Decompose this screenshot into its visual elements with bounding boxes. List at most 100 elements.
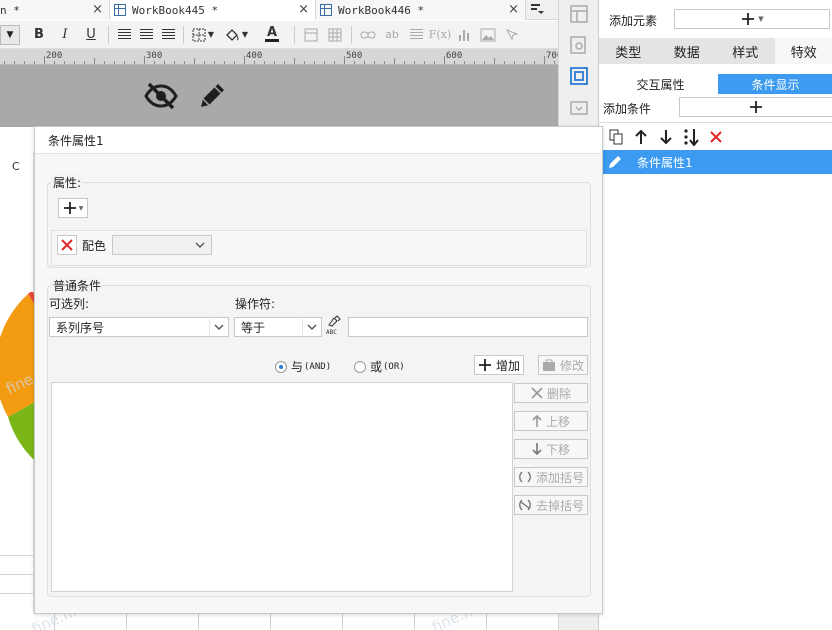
add-attribute-button[interactable]: ▼ xyxy=(58,198,88,218)
subtab-conditional-display[interactable]: 条件显示 xyxy=(718,74,832,94)
ruler-tick xyxy=(84,61,85,64)
color-scheme-select[interactable] xyxy=(112,235,212,255)
pencil-icon[interactable] xyxy=(196,80,228,112)
subtab-interaction[interactable]: 交互属性 xyxy=(603,74,718,94)
sort-button[interactable] xyxy=(682,128,700,146)
chevron-down-icon: ▼ xyxy=(207,30,215,39)
merge-cells-button[interactable] xyxy=(299,25,323,45)
ruler-tick xyxy=(34,61,35,64)
border-button[interactable]: ▼ xyxy=(188,25,218,45)
chart-button[interactable] xyxy=(452,25,476,45)
remove-attribute-button[interactable] xyxy=(57,235,77,255)
workbook-tab-3[interactable]: WorkBook446 * × xyxy=(316,0,526,20)
slash-tool-button[interactable] xyxy=(500,25,524,45)
align-left-button[interactable] xyxy=(113,25,135,45)
condition-value-input[interactable] xyxy=(348,317,588,337)
ruler-tick xyxy=(204,61,205,64)
ruler-tick xyxy=(194,58,195,64)
workbook-tab-2[interactable]: WorkBook445 * × xyxy=(110,0,316,20)
close-icon[interactable]: × xyxy=(298,2,309,17)
align-center-button[interactable] xyxy=(135,25,157,45)
ruler-tick xyxy=(484,61,485,64)
move-down-condition-button[interactable]: 下移 xyxy=(514,439,588,459)
add-condition-button[interactable] xyxy=(679,97,832,117)
tab-data[interactable]: 数据 xyxy=(658,38,717,64)
move-up-condition-button[interactable]: 上移 xyxy=(514,411,588,431)
fill-color-button[interactable]: ▼ xyxy=(218,25,254,45)
add-element-button[interactable]: ▼ xyxy=(674,9,830,29)
ruler-tick xyxy=(544,56,545,64)
tab-style[interactable]: 样式 xyxy=(716,38,775,64)
effect-subtabs: 交互属性 条件显示 xyxy=(603,74,832,94)
font-color-button[interactable]: A xyxy=(254,25,290,45)
ruler-label: 200 xyxy=(46,51,63,61)
tab-effects[interactable]: 特效 xyxy=(774,38,832,64)
operator-select[interactable]: 等于 xyxy=(234,317,322,337)
workbook-icon xyxy=(320,4,332,16)
column-select[interactable]: 系列序号 xyxy=(49,317,229,337)
merge-icon xyxy=(304,28,318,41)
widget-icon[interactable] xyxy=(569,98,589,118)
copy-button[interactable] xyxy=(607,128,625,146)
text-button[interactable]: ab xyxy=(380,25,404,45)
ruler-tick xyxy=(124,61,125,64)
delete-button[interactable] xyxy=(707,128,725,146)
font-color-icon: A xyxy=(266,25,278,40)
ruler-tick xyxy=(444,56,445,64)
value-type-icon[interactable]: ABC xyxy=(326,315,346,337)
ruler-tick xyxy=(384,61,385,64)
remove-bracket-icon xyxy=(519,499,531,511)
close-icon[interactable]: × xyxy=(508,2,519,17)
add-bracket-button[interactable]: 添加括号 xyxy=(514,467,588,487)
column-label: 可选列: xyxy=(49,297,90,311)
bold-button[interactable]: B xyxy=(26,25,52,45)
cell-element-icon[interactable] xyxy=(569,66,589,86)
and-radio[interactable]: 与 (AND) xyxy=(275,358,331,375)
ruler-label: 300 xyxy=(146,51,163,61)
modify-button[interactable]: 修改 xyxy=(538,355,588,375)
chevron-down-icon xyxy=(302,319,320,335)
or-radio[interactable]: 或 (OR) xyxy=(354,358,405,375)
underline-button[interactable]: U xyxy=(78,25,104,45)
ruler-tick xyxy=(554,61,555,64)
paragraph-button[interactable] xyxy=(404,25,428,45)
ruler-tick xyxy=(374,61,375,64)
table-button[interactable] xyxy=(323,25,347,45)
layout-icon[interactable] xyxy=(569,4,589,24)
workbook-tab-1[interactable]: n * × xyxy=(0,0,110,20)
radio-checked-icon xyxy=(275,360,287,373)
delete-icon xyxy=(61,239,73,251)
ruler-tick xyxy=(454,61,455,64)
visibility-off-icon[interactable] xyxy=(144,80,178,112)
link-button[interactable] xyxy=(356,25,380,45)
add-condition-label: 添加条件 xyxy=(603,102,652,116)
ruler-tick xyxy=(334,61,335,64)
condition-list-item[interactable]: 条件属性1 xyxy=(603,150,832,174)
delete-condition-button[interactable]: 删除 xyxy=(514,383,588,403)
ruler-tick xyxy=(104,61,105,64)
move-down-button[interactable] xyxy=(657,128,675,146)
tab-list-menu-icon[interactable] xyxy=(530,2,550,18)
grid-line xyxy=(0,593,34,594)
condition-expression-list[interactable] xyxy=(51,382,513,592)
ruler-tick xyxy=(464,61,465,64)
formula-button[interactable]: F(x) xyxy=(428,25,452,45)
and-label: 与 xyxy=(291,360,304,374)
column-header: C xyxy=(12,160,20,173)
chevron-down-icon[interactable]: ▼ xyxy=(0,24,20,45)
close-icon[interactable]: × xyxy=(92,2,103,17)
remove-bracket-button[interactable]: 去掉括号 xyxy=(514,495,588,515)
ruler-tick xyxy=(64,61,65,64)
align-right-button[interactable] xyxy=(157,25,179,45)
bar-chart-icon xyxy=(459,29,469,41)
tab-type[interactable]: 类型 xyxy=(599,38,658,64)
condition-toolbar xyxy=(599,122,832,150)
move-up-button[interactable] xyxy=(632,128,650,146)
add-button[interactable]: 增加 xyxy=(474,355,524,375)
divider xyxy=(108,25,109,44)
arrow-down-icon xyxy=(532,443,542,455)
settings-doc-icon[interactable] xyxy=(569,35,589,55)
italic-button[interactable]: I xyxy=(52,25,78,45)
image-button[interactable] xyxy=(476,25,500,45)
image-icon xyxy=(480,28,496,41)
